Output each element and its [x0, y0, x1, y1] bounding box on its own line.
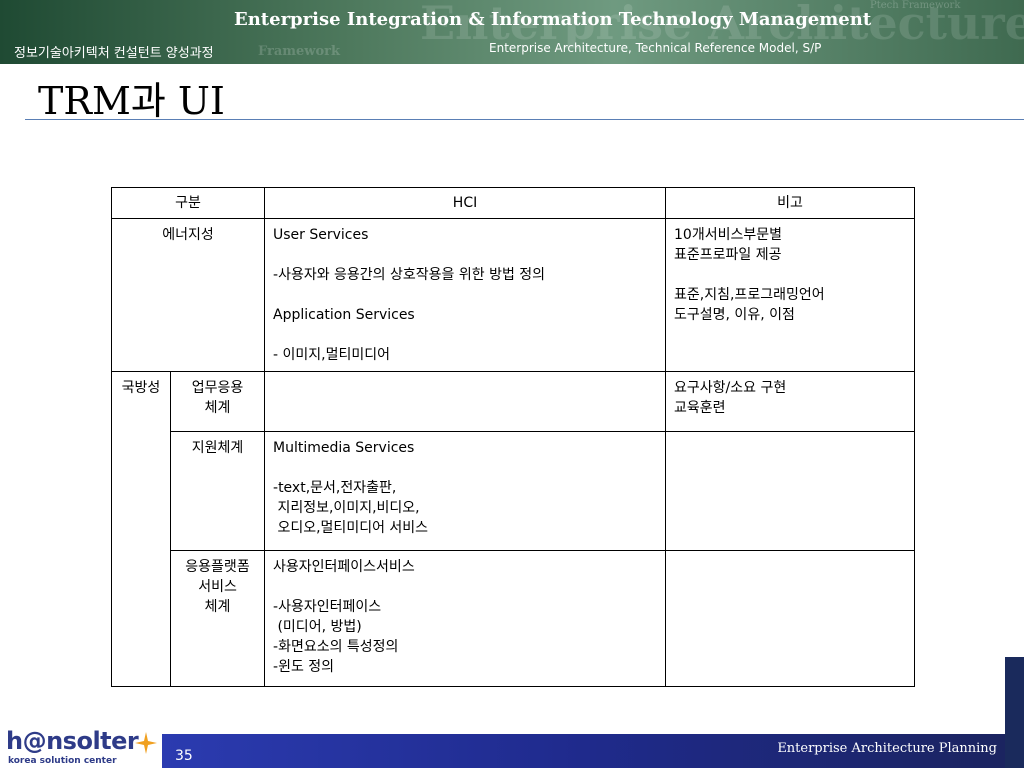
footer-title: Enterprise Architecture Planning	[777, 741, 997, 756]
cell-line	[273, 577, 657, 597]
cell-line: 10개서비스부문별	[674, 227, 782, 243]
course-name: 정보기술아키텍처 컨설턴트 양성과정	[14, 46, 214, 61]
cell-line: 도구설명, 이유, 이점	[674, 307, 795, 323]
row-hci-cell: Multimedia Services -text,문서,전자출판, 지리정보,이…	[264, 431, 667, 551]
right-accent-bar	[1005, 657, 1024, 768]
cell-line: -윈도 정의	[273, 659, 335, 675]
cell-line: 표준프로파일 제공	[674, 247, 782, 263]
cell-line	[273, 325, 657, 345]
cell-line: 요구사항/소요 구현	[674, 380, 787, 396]
header-note: 비고	[665, 187, 916, 219]
logo-name: h@nsolter	[6, 727, 139, 755]
cell-line: 지원체계	[191, 440, 244, 456]
header-banner: Enterprise Architecture Model Framework …	[0, 0, 1024, 64]
cell-line: Multimedia Services	[273, 440, 415, 456]
cell-line: -사용자와 응용간의 상호작용을 위한 방법 정의	[273, 267, 546, 283]
cell-line: 응용플랫폼	[185, 559, 250, 575]
cell-line: 서비스	[198, 579, 237, 595]
header-category: 구분	[110, 187, 266, 219]
cell-line: -사용자인터페이스	[273, 599, 382, 615]
cell-line: User Services	[273, 227, 369, 243]
cell-line	[273, 245, 657, 265]
row-note-cell: 요구사항/소요 구현교육훈련	[665, 371, 916, 432]
star-icon	[135, 732, 157, 754]
row-subcategory-cell: 업무응용체계	[169, 371, 266, 432]
cell-line: 표준,지침,프로그래밍언어	[674, 287, 825, 303]
banner-watermark-framework: Framework	[258, 44, 341, 59]
cell-line: 업무응용	[191, 380, 244, 396]
banner-title: Enterprise Integration & Information Tec…	[234, 9, 872, 30]
cell-line	[273, 458, 657, 478]
logo-tagline: korea solution center	[8, 756, 117, 766]
table-row: 에너지성 User Services -사용자와 응용간의 상호작용을 위한 방법…	[110, 218, 916, 372]
table-header-row: 구분 HCI 비고	[110, 187, 916, 219]
title-divider	[25, 119, 1024, 120]
row-hci-cell: 사용자인터페이스서비스 -사용자인터페이스 (미디어, 방법) -화면요소의 특성정…	[264, 550, 667, 687]
cell-line: -화면요소의 특성정의	[273, 639, 399, 655]
header-hci: HCI	[264, 187, 667, 219]
cell-line	[674, 265, 906, 285]
footer-bar: 35 Enterprise Architecture Planning	[162, 734, 1005, 768]
row-category: 에너지성	[110, 218, 266, 372]
row-note-cell	[665, 550, 916, 687]
page-title: TRM과 UI	[38, 79, 225, 123]
row-subcategory-cell: 지원체계	[169, 431, 266, 551]
cell-line	[273, 285, 657, 305]
row-subcategory-cell: 응용플랫폼서비스체계	[169, 550, 266, 687]
hansolter-logo: h@nsolter korea solution center	[6, 727, 157, 768]
row-note-cell	[665, 431, 916, 551]
cell-line: 체계	[204, 599, 231, 615]
cell-line: - 이미지,멀티미디어	[273, 347, 391, 363]
cell-line: (미디어, 방법)	[273, 619, 362, 635]
cell-line: 지리정보,이미지,비디오,	[273, 500, 420, 516]
cell-line: 교육훈련	[674, 400, 726, 416]
cell-line: Application Services	[273, 307, 415, 323]
banner-watermark-ptech: Ptech Framework	[870, 0, 961, 11]
row-note-cell: 10개서비스부문별표준프로파일 제공표준,지침,프로그래밍언어도구설명, 이유,…	[665, 218, 916, 372]
banner-subtitle: Enterprise Architecture, Technical Refer…	[489, 41, 822, 55]
cell-line: 체계	[204, 400, 231, 416]
table-row: 국방성 업무응용체계 요구사항/소요 구현교육훈련	[111, 371, 916, 687]
cell-line: 사용자인터페이스서비스	[273, 559, 415, 575]
table-row: 지원체계 Multimedia Services -text,문서,전자출판, 지…	[112, 431, 916, 551]
cell-line: -text,문서,전자출판,	[273, 480, 397, 496]
cell-line: 오디오,멀티미디어 서비스	[273, 520, 429, 536]
table-row: 응용플랫폼서비스체계 사용자인터페이스서비스 -사용자인터페이스 (미디어, 방법…	[112, 550, 916, 687]
page-number: 35	[175, 748, 193, 764]
trm-ui-table: 구분 HCI 비고 에너지성 User Services -사용자와 응용간의 상…	[110, 187, 916, 687]
row-hci-cell	[264, 371, 667, 432]
row-hci-cell: User Services -사용자와 응용간의 상호작용을 위한 방법 정의 Ap…	[264, 218, 667, 372]
row-category: 국방성	[111, 371, 171, 687]
